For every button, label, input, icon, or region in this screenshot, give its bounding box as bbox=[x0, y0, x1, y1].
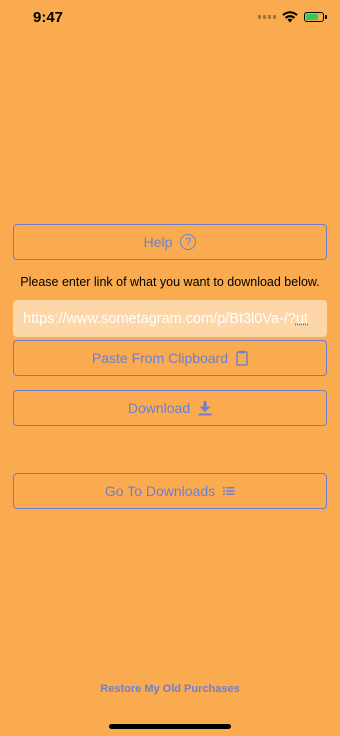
url-input-value-tail: ut bbox=[295, 310, 309, 327]
home-indicator[interactable] bbox=[109, 724, 231, 729]
url-input[interactable]: https://www.sometagram.com/p/Bt3l0Va-/? u… bbox=[13, 300, 327, 337]
clipboard-icon bbox=[236, 350, 248, 366]
status-bar: 9:47 bbox=[0, 0, 340, 40]
paste-from-clipboard-button[interactable]: Paste From Clipboard bbox=[13, 340, 327, 376]
list-icon bbox=[223, 487, 235, 495]
status-icons bbox=[258, 11, 327, 23]
question-circle-icon: ? bbox=[180, 234, 197, 250]
go-to-downloads-button[interactable]: Go To Downloads bbox=[13, 473, 327, 509]
download-icon bbox=[198, 400, 212, 415]
download-button-label: Download bbox=[127, 400, 191, 416]
battery-charging-icon bbox=[304, 12, 327, 22]
help-button-label: Help bbox=[143, 234, 173, 250]
signal-icon bbox=[258, 15, 276, 19]
download-button[interactable]: Download bbox=[13, 390, 327, 426]
help-button[interactable]: Help ? bbox=[13, 224, 327, 260]
wifi-icon bbox=[282, 11, 298, 23]
downloads-button-label: Go To Downloads bbox=[104, 483, 216, 499]
restore-purchases-link[interactable]: Restore My Old Purchases bbox=[0, 683, 340, 695]
status-time: 9:47 bbox=[33, 9, 64, 26]
instruction-text: Please enter link of what you want to do… bbox=[20, 275, 320, 289]
url-input-value: https://www.sometagram.com/p/Bt3l0Va-/? bbox=[23, 310, 296, 327]
paste-button-label: Paste From Clipboard bbox=[91, 350, 229, 366]
